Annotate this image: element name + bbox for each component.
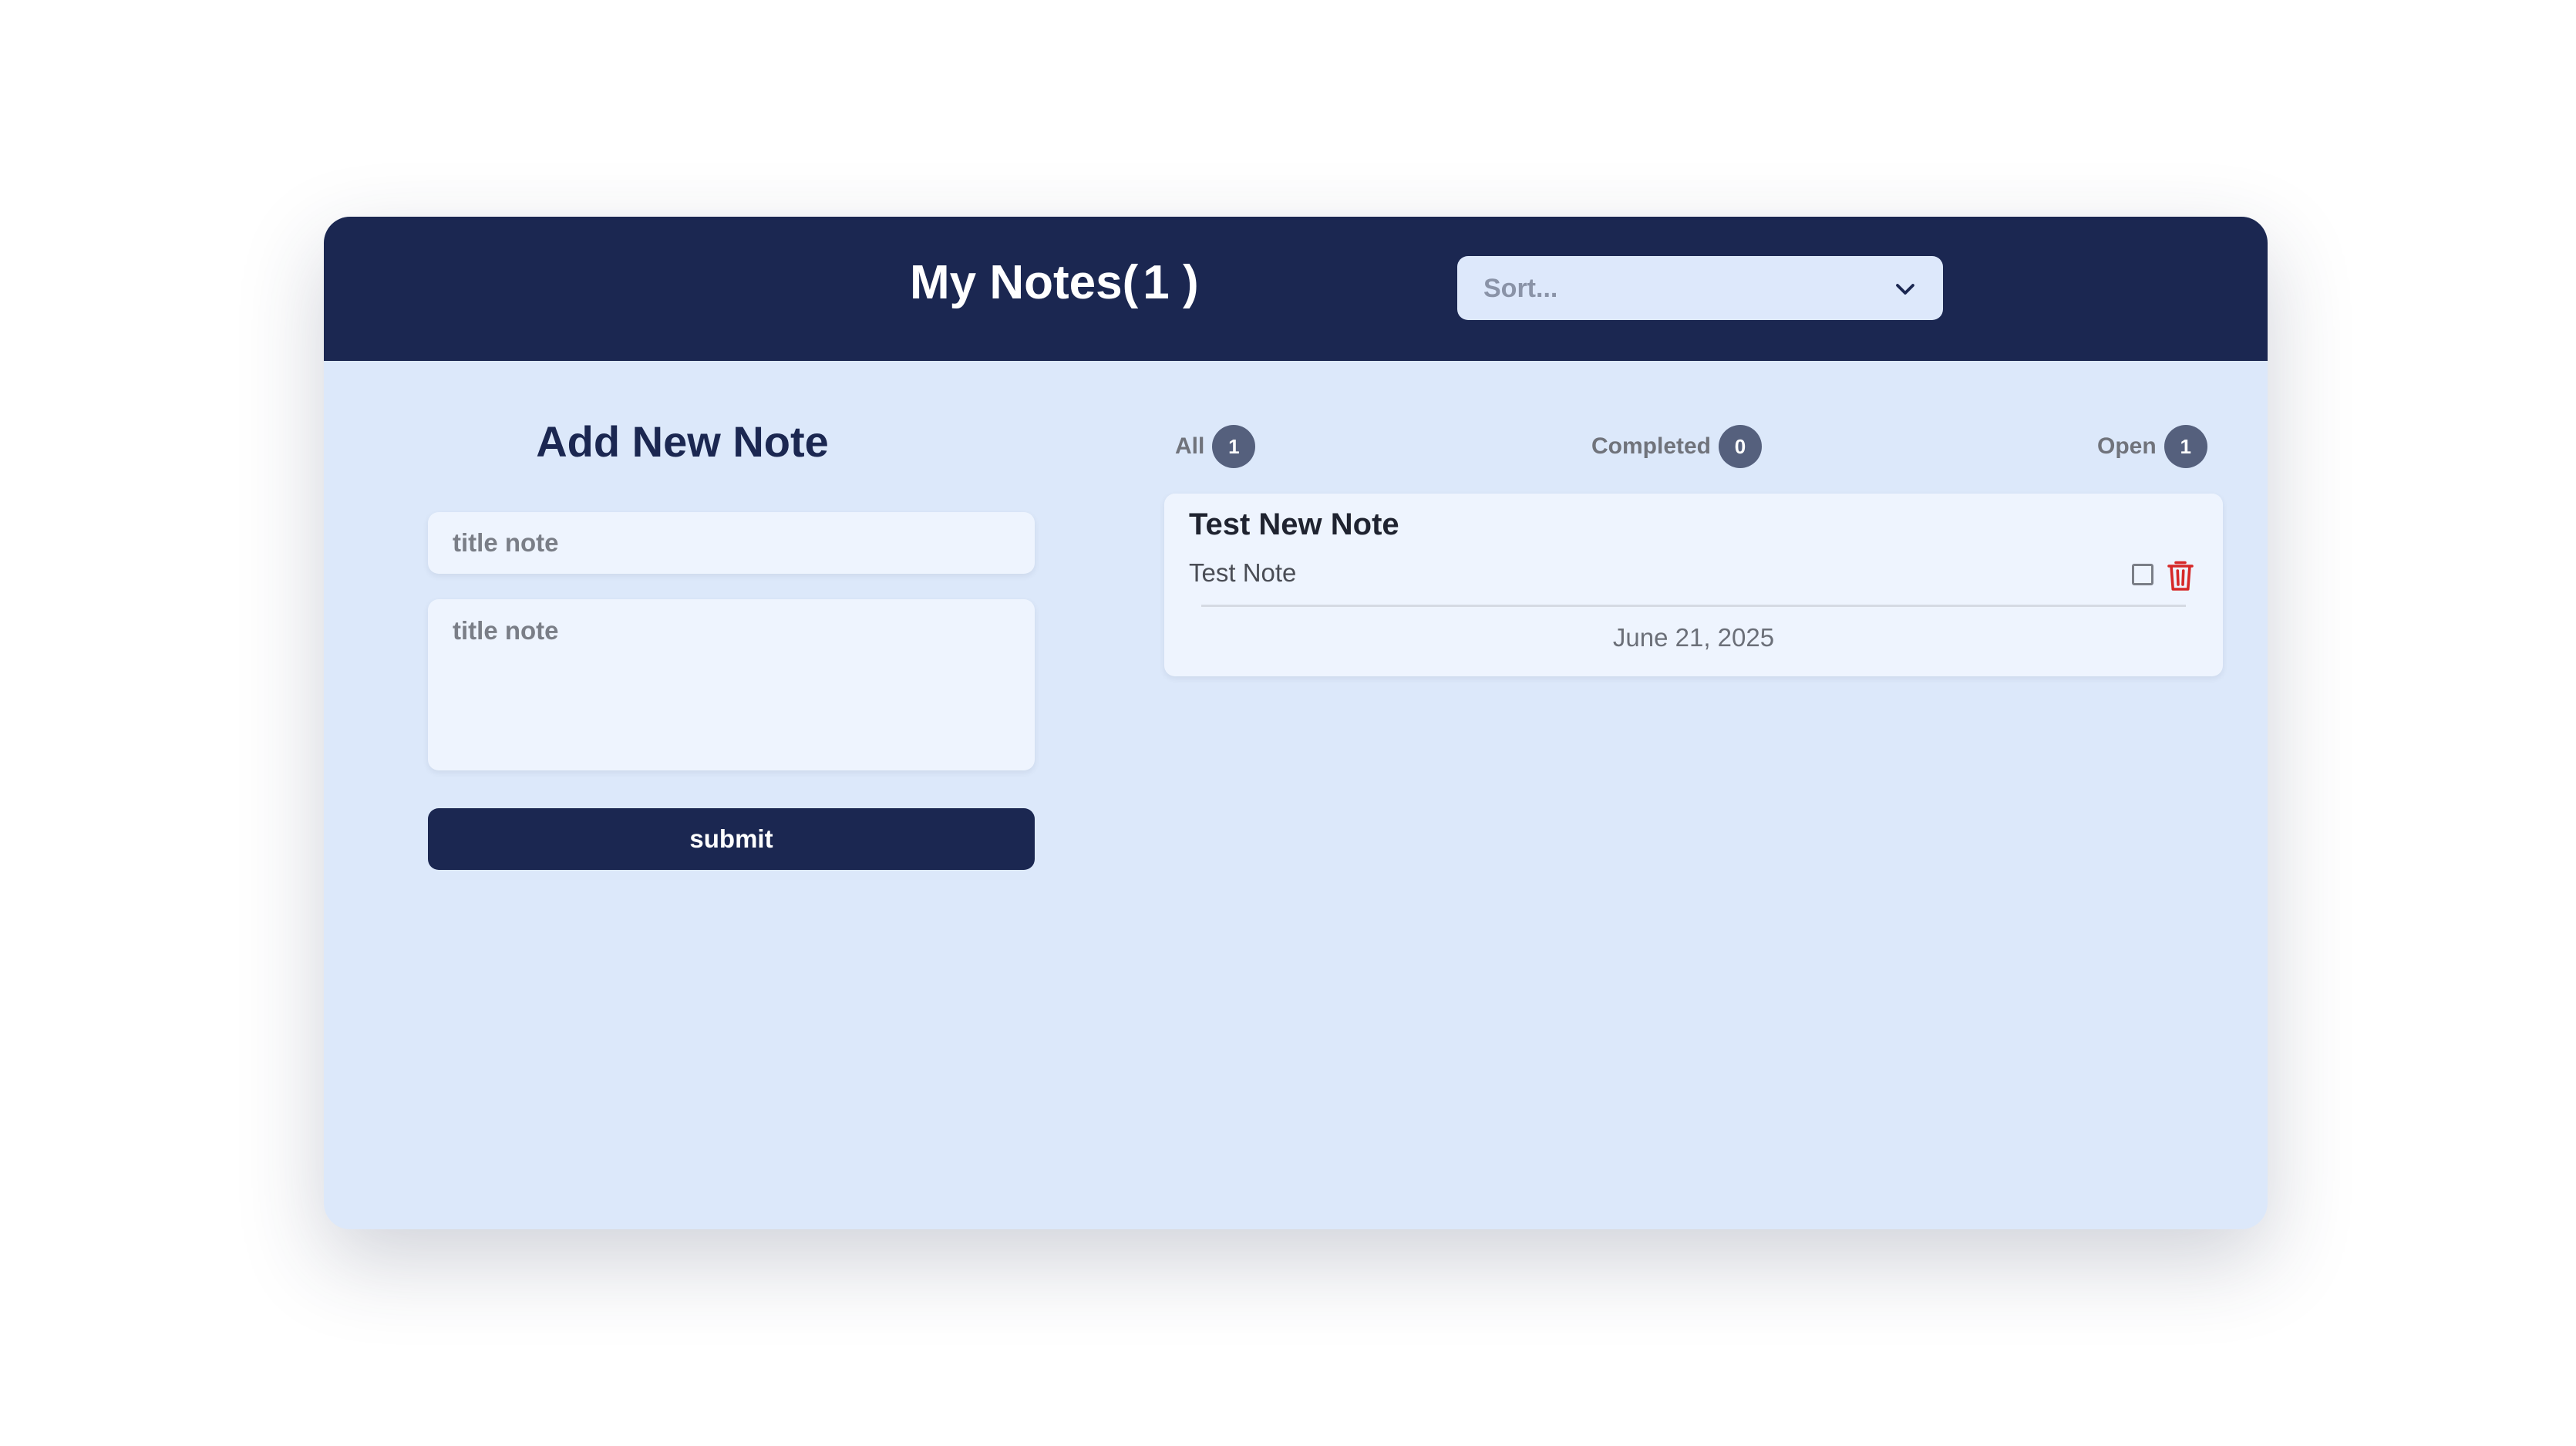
filter-count-badge: 1 [1212,425,1256,468]
sort-placeholder: Sort... [1483,274,1558,303]
note-date: June 21, 2025 [1612,623,1775,652]
filter-count-badge: 0 [1719,425,1763,468]
filter-label: All [1175,433,1205,459]
trash-icon[interactable] [2167,558,2194,592]
filter-tab-completed[interactable]: Completed 0 [1591,425,1763,468]
note-title-input[interactable] [428,512,1035,574]
note-body: Test Note [1189,558,1297,587]
filter-tab-open[interactable]: Open 1 [2097,425,2207,468]
note-body-textarea[interactable] [428,599,1035,770]
notes-count: 1 ) [1143,256,1199,309]
filter-count-badge: 1 [2164,425,2207,468]
submit-button[interactable]: submit [428,808,1035,870]
note-divider [1201,605,2186,607]
filter-label: Completed [1591,433,1712,459]
add-note-heading: Add New Note [536,417,829,466]
note-title: Test New Note [1189,507,1399,541]
filter-tab-all[interactable]: All 1 [1175,425,1256,468]
sort-select[interactable]: Sort... [1457,256,1943,320]
page-title: My Notes(1 ) [910,255,1199,310]
filter-label: Open [2097,433,2157,459]
app-header: My Notes(1 ) Sort... [324,217,2268,361]
complete-checkbox[interactable] [2132,564,2153,585]
note-card: Test New Note Test Note June 21, 2025 [1164,494,2223,676]
page-title-text: My Notes( [910,256,1139,309]
chevron-down-icon [1896,284,1914,295]
